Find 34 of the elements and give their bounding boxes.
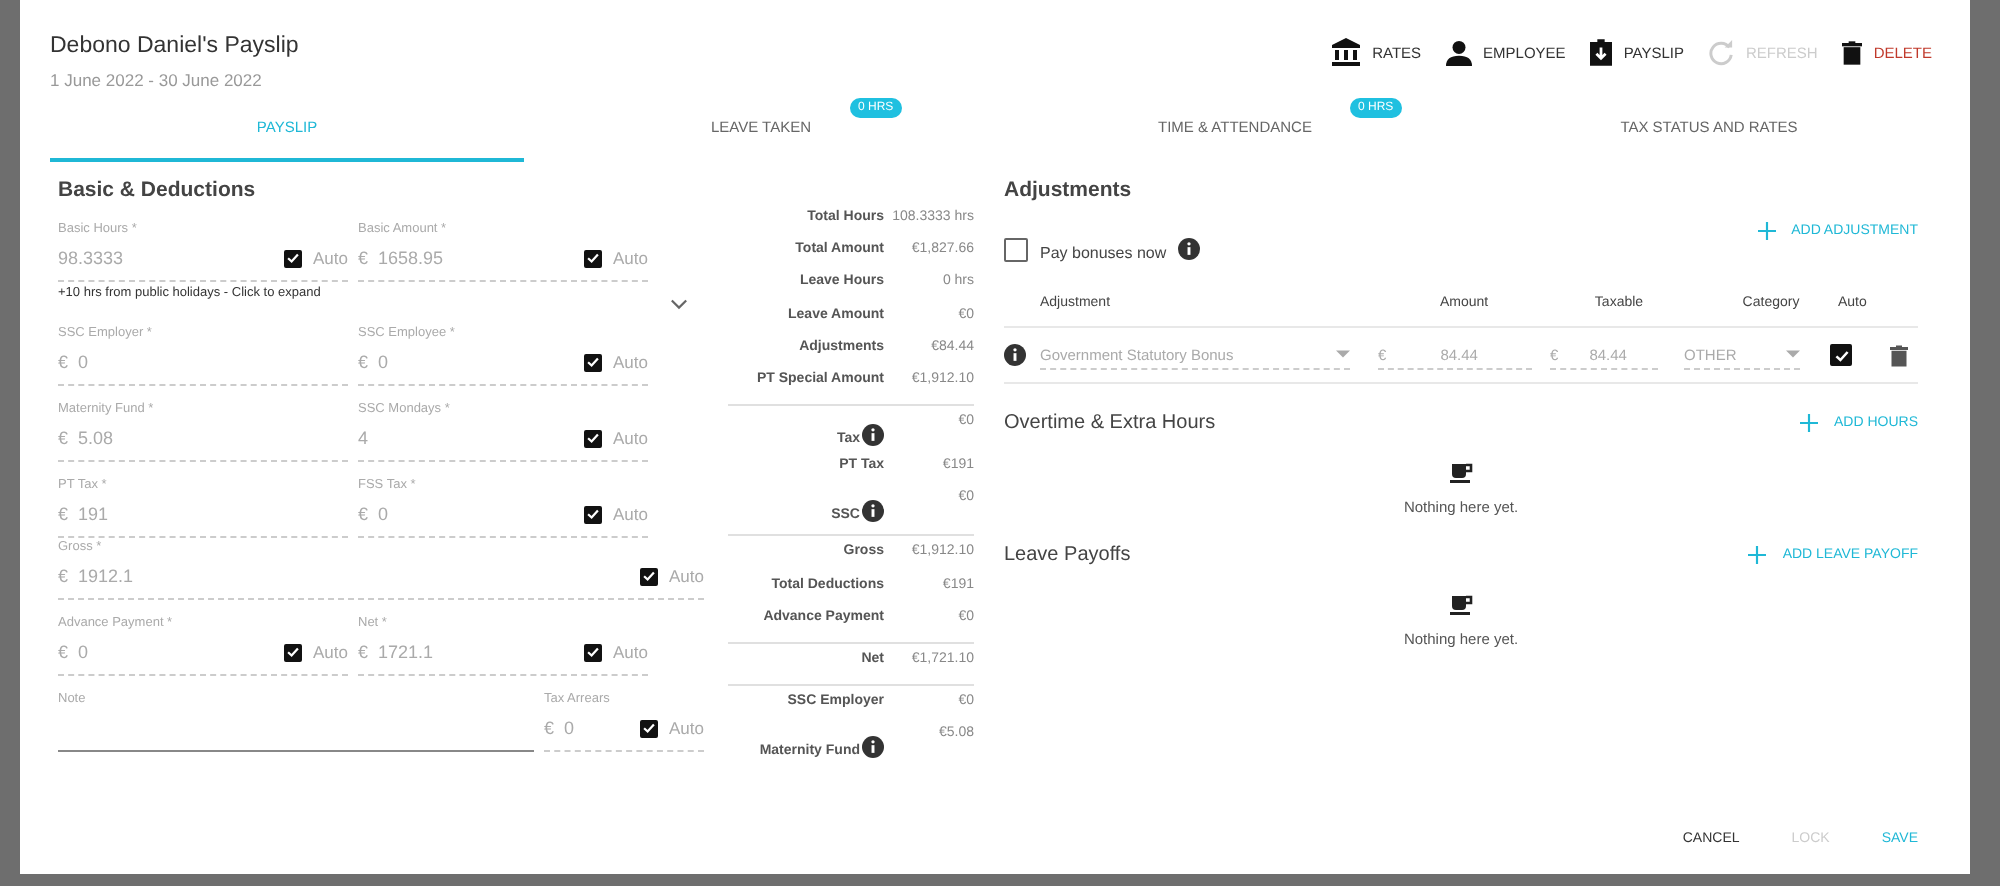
checkbox-label: Pay bonuses now xyxy=(1040,244,1167,262)
refresh-icon xyxy=(1707,39,1734,65)
auto-checkbox[interactable] xyxy=(283,249,301,267)
auto-checkbox[interactable] xyxy=(639,567,657,585)
caret-icon xyxy=(1786,350,1800,358)
auto-checkbox[interactable] xyxy=(583,643,601,661)
auto-checkbox[interactable] xyxy=(283,643,301,661)
coffee-cup-icon xyxy=(1449,462,1473,484)
window-title: Debono Daniel's Payslip xyxy=(50,34,299,58)
trash-icon[interactable] xyxy=(1890,343,1908,367)
auto-checkbox[interactable] xyxy=(583,249,601,267)
auto-checkbox[interactable] xyxy=(639,719,657,737)
bank-icon xyxy=(1332,38,1361,66)
section-title: Overtime & Extra Hours xyxy=(1004,412,1216,434)
plus-icon xyxy=(1799,414,1818,432)
plus-icon xyxy=(1757,222,1776,240)
auto-checkbox[interactable] xyxy=(583,353,601,371)
auto-checkbox[interactable] xyxy=(1830,344,1852,366)
person-icon xyxy=(1445,39,1472,65)
coffee-cup-icon xyxy=(1449,594,1473,616)
caret-icon xyxy=(1336,350,1350,358)
clipboard-download-icon xyxy=(1589,38,1612,66)
section-title: Leave Payoffs xyxy=(1004,544,1131,566)
section-title: Basic & Deductions xyxy=(58,178,258,202)
checkbox[interactable] xyxy=(1004,237,1028,261)
auto-checkbox[interactable] xyxy=(583,505,601,523)
info-icon xyxy=(1178,238,1201,260)
plus-icon xyxy=(1748,546,1767,564)
date-range: 1 June 2022 - 30 June 2022 xyxy=(50,70,264,90)
trash-icon xyxy=(1841,39,1862,65)
auto-checkbox[interactable] xyxy=(583,429,601,447)
chevron-down-icon[interactable] xyxy=(670,298,688,310)
info-icon xyxy=(1004,344,1026,366)
section-title: Adjustments xyxy=(1004,178,1134,202)
